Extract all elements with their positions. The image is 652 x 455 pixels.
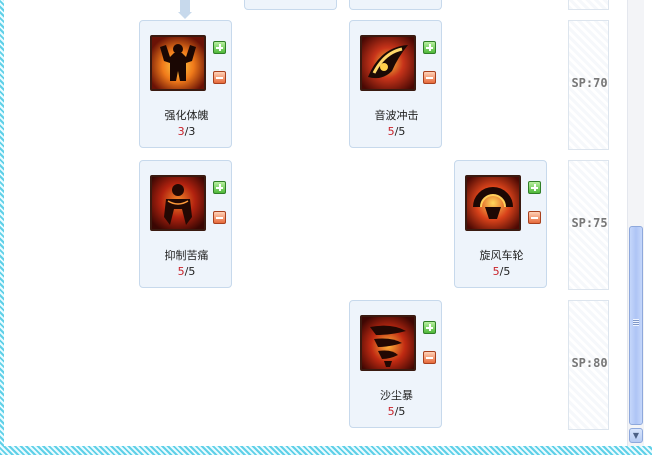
skill-level-current: 5 <box>177 265 185 278</box>
remove-point-button[interactable] <box>423 351 436 364</box>
skill-level-max: 3 <box>188 125 196 138</box>
sp-requirement-label: SP:75 <box>571 216 608 230</box>
remove-point-button[interactable] <box>528 211 541 224</box>
sp-column-partial <box>568 0 609 10</box>
skill-level-max: 5 <box>398 125 406 138</box>
skill-card-partial <box>244 0 337 10</box>
window-frame-bottom <box>0 446 652 455</box>
skill-level-current: 5 <box>387 405 395 418</box>
skill-level-max: 5 <box>503 265 511 278</box>
minus-icon <box>426 357 433 359</box>
scrollbar-thumb[interactable] <box>629 226 643 425</box>
suppress-pain-skill-icon[interactable] <box>150 175 206 231</box>
skill-card-strengthen-body: 强化体魄 3/3 <box>139 20 232 148</box>
skill-card-partial <box>349 0 442 10</box>
add-point-button[interactable] <box>213 181 226 194</box>
remove-point-button[interactable] <box>423 71 436 84</box>
skill-connector-arrow <box>178 12 192 19</box>
sonic-blast-skill-icon[interactable] <box>360 35 416 91</box>
add-point-button[interactable] <box>423 41 436 54</box>
sp-requirement-label: SP:70 <box>571 76 608 90</box>
skill-level: 5/5 <box>387 125 406 138</box>
minus-icon <box>216 77 223 79</box>
minus-icon <box>531 217 538 219</box>
skill-name: 音波冲击 <box>374 109 419 122</box>
skill-card-sandstorm: 沙尘暴 5/5 <box>349 300 442 428</box>
add-point-button[interactable] <box>213 41 226 54</box>
skill-level-current: 5 <box>492 265 500 278</box>
skill-name: 强化体魄 <box>164 109 209 122</box>
sp-requirement-row: SP:75 <box>568 160 609 290</box>
add-point-button[interactable] <box>423 321 436 334</box>
skill-level-max: 5 <box>398 405 406 418</box>
minus-icon <box>426 77 433 79</box>
remove-point-button[interactable] <box>213 211 226 224</box>
sandstorm-skill-icon[interactable] <box>360 315 416 371</box>
skill-name: 旋风车轮 <box>479 249 524 262</box>
vertical-scrollbar[interactable]: ▼ <box>627 0 644 446</box>
skill-level: 5/5 <box>177 265 196 278</box>
sp-requirement-label: SP:80 <box>571 356 608 370</box>
scroll-down-button[interactable]: ▼ <box>629 428 643 443</box>
add-point-button[interactable] <box>528 181 541 194</box>
sp-requirement-row: SP:80 <box>568 300 609 430</box>
window-frame-left <box>0 0 4 455</box>
chevron-down-icon: ▼ <box>632 431 640 440</box>
skill-card-sonic-blast: 音波冲击 5/5 <box>349 20 442 148</box>
skill-level-current: 3 <box>177 125 185 138</box>
whirlwind-wheel-skill-icon[interactable] <box>465 175 521 231</box>
grip-icon <box>633 319 639 326</box>
skill-level-current: 5 <box>387 125 395 138</box>
sp-requirement-row: SP:70 <box>568 20 609 150</box>
strength-skill-icon[interactable] <box>150 35 206 91</box>
skill-name: 沙尘暴 <box>380 389 413 402</box>
skill-card-whirlwind-wheel: 旋风车轮 5/5 <box>454 160 547 288</box>
skill-name: 抑制苦痛 <box>164 249 209 262</box>
skill-card-suppress-pain: 抑制苦痛 5/5 <box>139 160 232 288</box>
skill-level: 5/5 <box>387 405 406 418</box>
minus-icon <box>216 217 223 219</box>
skill-level: 5/5 <box>492 265 511 278</box>
remove-point-button[interactable] <box>213 71 226 84</box>
skill-level: 3/3 <box>177 125 196 138</box>
skill-level-max: 5 <box>188 265 196 278</box>
